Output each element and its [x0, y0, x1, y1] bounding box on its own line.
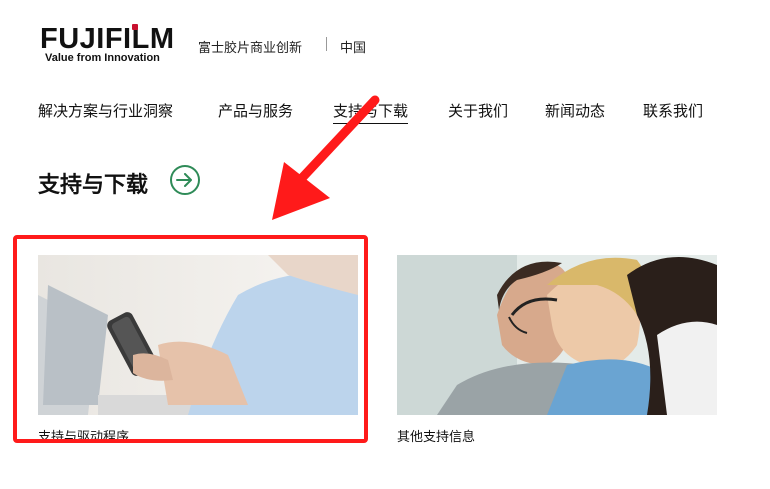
card-label[interactable]: 其他支持信息	[397, 426, 475, 445]
card-label[interactable]: 支持与驱动程序	[38, 426, 129, 445]
card-image-call-center	[397, 255, 717, 415]
main-nav: 解决方案与行业洞察 产品与服务 支持与下载 关于我们 新闻动态 联系我们	[0, 100, 770, 126]
header-divider	[326, 37, 327, 51]
brand-subtitle: 富士胶片商业创新	[198, 41, 303, 56]
logo-tagline: Value from Innovation	[45, 52, 160, 64]
nav-item-solutions[interactable]: 解决方案与行业洞察	[38, 100, 173, 121]
card-image-smartphone	[38, 255, 358, 415]
nav-item-news[interactable]: 新闻动态	[545, 100, 605, 121]
logo-wordmark: FUJIFILM	[40, 23, 175, 55]
region-selector[interactable]: 中国	[340, 37, 366, 56]
logo-red-dot	[132, 24, 138, 30]
section-title[interactable]: 支持与下载	[38, 167, 148, 199]
nav-item-products[interactable]: 产品与服务	[218, 100, 293, 121]
card-other-support-info[interactable]: 其他支持信息	[397, 255, 717, 445]
nav-item-support[interactable]: 支持与下载	[333, 100, 409, 124]
card-support-drivers[interactable]: 支持与驱动程序	[38, 255, 358, 445]
arrow-right-circle-icon[interactable]	[170, 165, 200, 195]
fujifilm-logo[interactable]: FUJIFILM Value from Innovation	[40, 24, 185, 66]
nav-item-contact[interactable]: 联系我们	[643, 100, 703, 121]
nav-item-about[interactable]: 关于我们	[448, 100, 508, 121]
